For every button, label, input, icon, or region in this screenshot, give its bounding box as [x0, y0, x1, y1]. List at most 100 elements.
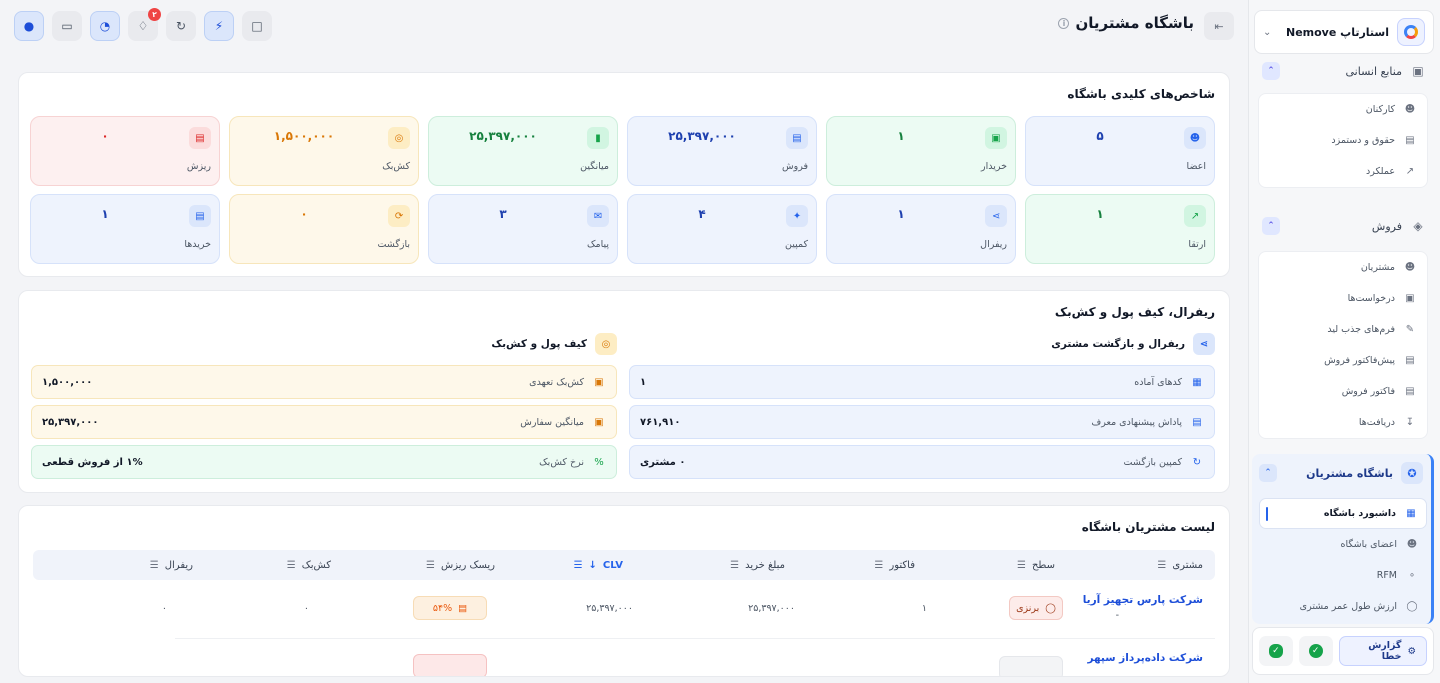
column-cashback[interactable]: کش‌بک ☰ [287, 550, 331, 580]
customers-panel: لیست مشتریان باشگاه مشتری ☰ سطح ☰ فاکتور ☰ … [18, 505, 1230, 677]
refresh-button[interactable]: ↻ [166, 11, 196, 41]
message-icon: ✉ [587, 205, 609, 227]
share-icon: ⋗ [985, 205, 1007, 227]
sidebar-club-header[interactable]: ✪ باشگاه مشتریان ⌃ [1259, 460, 1423, 486]
sidebar-item-clv[interactable]: ◯ ارزش طول عمر مشتری [1259, 591, 1427, 622]
sidebar-item-invoice[interactable]: ▤ فاکتور فروش [1259, 376, 1427, 407]
sidebar-section-hr[interactable]: ▣ منابع انسانی ⌃ [1258, 58, 1430, 84]
level-badge: ◯ برنزی [1009, 596, 1063, 620]
column-invoices[interactable]: فاکتور ☰ [874, 550, 915, 580]
referral-panel: ریفرال، کیف پول و کش‌بک ⋗ ریفرال و بازگش… [18, 290, 1230, 493]
filter-icon[interactable]: ☰ [1157, 560, 1166, 571]
column-amount[interactable]: مبلغ خرید ☰ [730, 550, 785, 580]
kpi-value: ۱ [1096, 207, 1104, 221]
column-churn-risk[interactable]: ریسک ریزش ☰ [426, 550, 495, 580]
column-customer[interactable]: مشتری ☰ [1157, 550, 1203, 580]
kpi-label: کش‌بک [382, 161, 410, 172]
column-referral[interactable]: ریفرال ☰ [150, 550, 193, 580]
ready-codes-row[interactable]: ▦ کدهای آماده ۱ [629, 365, 1215, 399]
column-level[interactable]: سطح ☰ [1017, 550, 1055, 580]
sidebar-item-employees[interactable]: ☻ کارکنان [1259, 94, 1427, 125]
sidebar-item-label: کارکنان [1365, 104, 1395, 115]
kpi-value: ۴ [698, 207, 706, 221]
kpi-value: ۱ [897, 207, 905, 221]
kpi-average[interactable]: ▮ ۲۵,۳۹۷,۰۰۰ میانگین [428, 116, 618, 186]
column-clv[interactable]: CLV ↓ ☰ [574, 550, 623, 580]
cloud-check-icon: ✓ [1268, 644, 1283, 658]
kpi-members[interactable]: ☻ ۵ اعضا [1025, 116, 1215, 186]
sidebar-item-receipts[interactable]: ↧ دریافت‌ها [1259, 407, 1427, 438]
kpi-sms[interactable]: ✉ ۳ پیامک [428, 194, 618, 264]
browser-button[interactable]: □ [242, 11, 272, 41]
sidebar-item-club-members[interactable]: ☻ اعضای باشگاه [1259, 529, 1427, 560]
page-title-text: باشگاه مشتریان [1075, 14, 1194, 32]
gift-icon: ▤ [1192, 416, 1202, 428]
report-error-label: گزارش خطا [1368, 640, 1402, 662]
cloud-status-button[interactable]: ✓ [1259, 636, 1293, 666]
info-icon[interactable]: i [1058, 17, 1070, 29]
column-label: فاکتور [889, 559, 915, 571]
filter-icon[interactable]: ☰ [874, 560, 883, 571]
filter-icon[interactable]: ☰ [574, 560, 583, 571]
lightning-icon: ⚡ [214, 19, 224, 33]
kpi-upgrade[interactable]: ↗ ۱ ارتقا [1025, 194, 1215, 264]
sidebar-item-label: اعضای باشگاه [1340, 539, 1397, 550]
sidebar-item-label: عملکرد [1365, 166, 1395, 177]
qr-icon: ▦ [1192, 376, 1202, 388]
window-button[interactable]: ▭ [52, 11, 82, 41]
sidebar-section-sales[interactable]: ◈ فروش ⌃ [1258, 213, 1430, 239]
cash-icon: ▤ [786, 127, 808, 149]
kpi-return[interactable]: ⟳ ۰ بازگشت [229, 194, 419, 264]
filter-icon[interactable]: ☰ [1017, 560, 1026, 571]
churn-risk-value: ۵۴% [432, 602, 453, 614]
sidebar-item-customers[interactable]: ☻ مشتریان [1259, 252, 1427, 283]
average-order-row[interactable]: ▣ میانگین سفارش ۲۵,۳۹۷,۰۰۰ [31, 405, 617, 439]
notifications-button[interactable]: ♢ ۲ [128, 8, 161, 41]
return-campaign-row[interactable]: ↻ کمپین بازگشت ۰ مشتری [629, 445, 1215, 479]
sidebar-item-payroll[interactable]: ▤ حقوق و دستمزد [1259, 125, 1427, 156]
brand-switcher[interactable]: استارتاپ Nemove ⌄ [1254, 10, 1434, 54]
filter-icon[interactable]: ☰ [150, 560, 159, 571]
row-label: کمپین بازگشت [1123, 456, 1182, 468]
people-icon: ☻ [1184, 127, 1206, 149]
page-title: باشگاه مشتریان i [1058, 14, 1194, 32]
chevron-up-icon[interactable]: ⌃ [1262, 62, 1280, 80]
chevron-up-icon[interactable]: ⌃ [1262, 217, 1280, 235]
profile-button[interactable]: ● [14, 11, 44, 41]
kpi-sales[interactable]: ▤ ۲۵,۳۹۷,۰۰۰ فروش [627, 116, 817, 186]
status-check-button[interactable]: ✓ [1298, 636, 1333, 666]
accrued-cashback-row[interactable]: ▣ کش‌بک تعهدی ۱,۵۰۰,۰۰۰ [31, 365, 617, 399]
sidebar-toggle-button[interactable]: ⇤ [1204, 12, 1234, 40]
kpi-campaign[interactable]: ✦ ۴ کمپین [627, 194, 817, 264]
sidebar-item-rfm[interactable]: ∘ RFM [1259, 560, 1427, 591]
kpi-cashback[interactable]: ◎ ۱,۵۰۰,۰۰۰ کش‌بک [229, 116, 419, 186]
bag-icon: ▣ [594, 416, 604, 428]
sidebar-item-club-dashboard[interactable]: ▦ داشبورد باشگاه [1259, 498, 1427, 529]
customer-subtitle: - [1115, 610, 1119, 621]
sidebar-footer: ⚙ گزارش خطا ✓ ✓ [1252, 627, 1434, 675]
cycle-icon: ◯ [1406, 601, 1418, 612]
toolbar: ● ▭ ◔ ♢ ۲ ↻ ⚡ □ [14, 8, 272, 41]
kpi-churn[interactable]: ▤ ۰ ریزش [30, 116, 220, 186]
sidebar-item-performance[interactable]: ↗ عملکرد [1259, 156, 1427, 187]
filter-icon[interactable]: ☰ [730, 560, 739, 571]
cashback-rate-row[interactable]: % نرخ کش‌بک ۱% از فروش قطعی [31, 445, 617, 479]
referrer-reward-row[interactable]: ▤ پاداش پیشنهادی معرف ۷۶۱,۹۱۰ [629, 405, 1215, 439]
notification-badge: ۲ [148, 8, 161, 21]
support-button[interactable]: ◔ [90, 11, 120, 41]
filter-icon[interactable]: ☰ [426, 560, 435, 571]
chevron-up-icon[interactable]: ⌃ [1259, 464, 1277, 482]
clv-value: ۲۵,۳۹۷,۰۰۰ [586, 603, 633, 614]
quick-action-button[interactable]: ⚡ [204, 11, 234, 41]
report-error-button[interactable]: ⚙ گزارش خطا [1338, 636, 1427, 666]
kpi-buyers[interactable]: ▣ ۱ خریدار [826, 116, 1016, 186]
sidebar-item-lead-forms[interactable]: ✎ فرم‌های جذب لید [1259, 314, 1427, 345]
kpi-purchases[interactable]: ▤ ۱ خریدها [30, 194, 220, 264]
customer-name-link[interactable]: شرکت داده‌پرداز سپهر [1087, 652, 1203, 664]
filter-icon[interactable]: ☰ [287, 560, 296, 571]
sidebar-item-proforma[interactable]: ▤ پیش‌فاکتور فروش [1259, 345, 1427, 376]
kpi-referral[interactable]: ⋗ ۱ ریفرال [826, 194, 1016, 264]
sidebar-item-requests[interactable]: ▣ درخواست‌ها [1259, 283, 1427, 314]
shield-icon: ◯ [1045, 602, 1056, 614]
customer-name-link[interactable]: شرکت پارس تجهیز آریا [1083, 594, 1203, 606]
